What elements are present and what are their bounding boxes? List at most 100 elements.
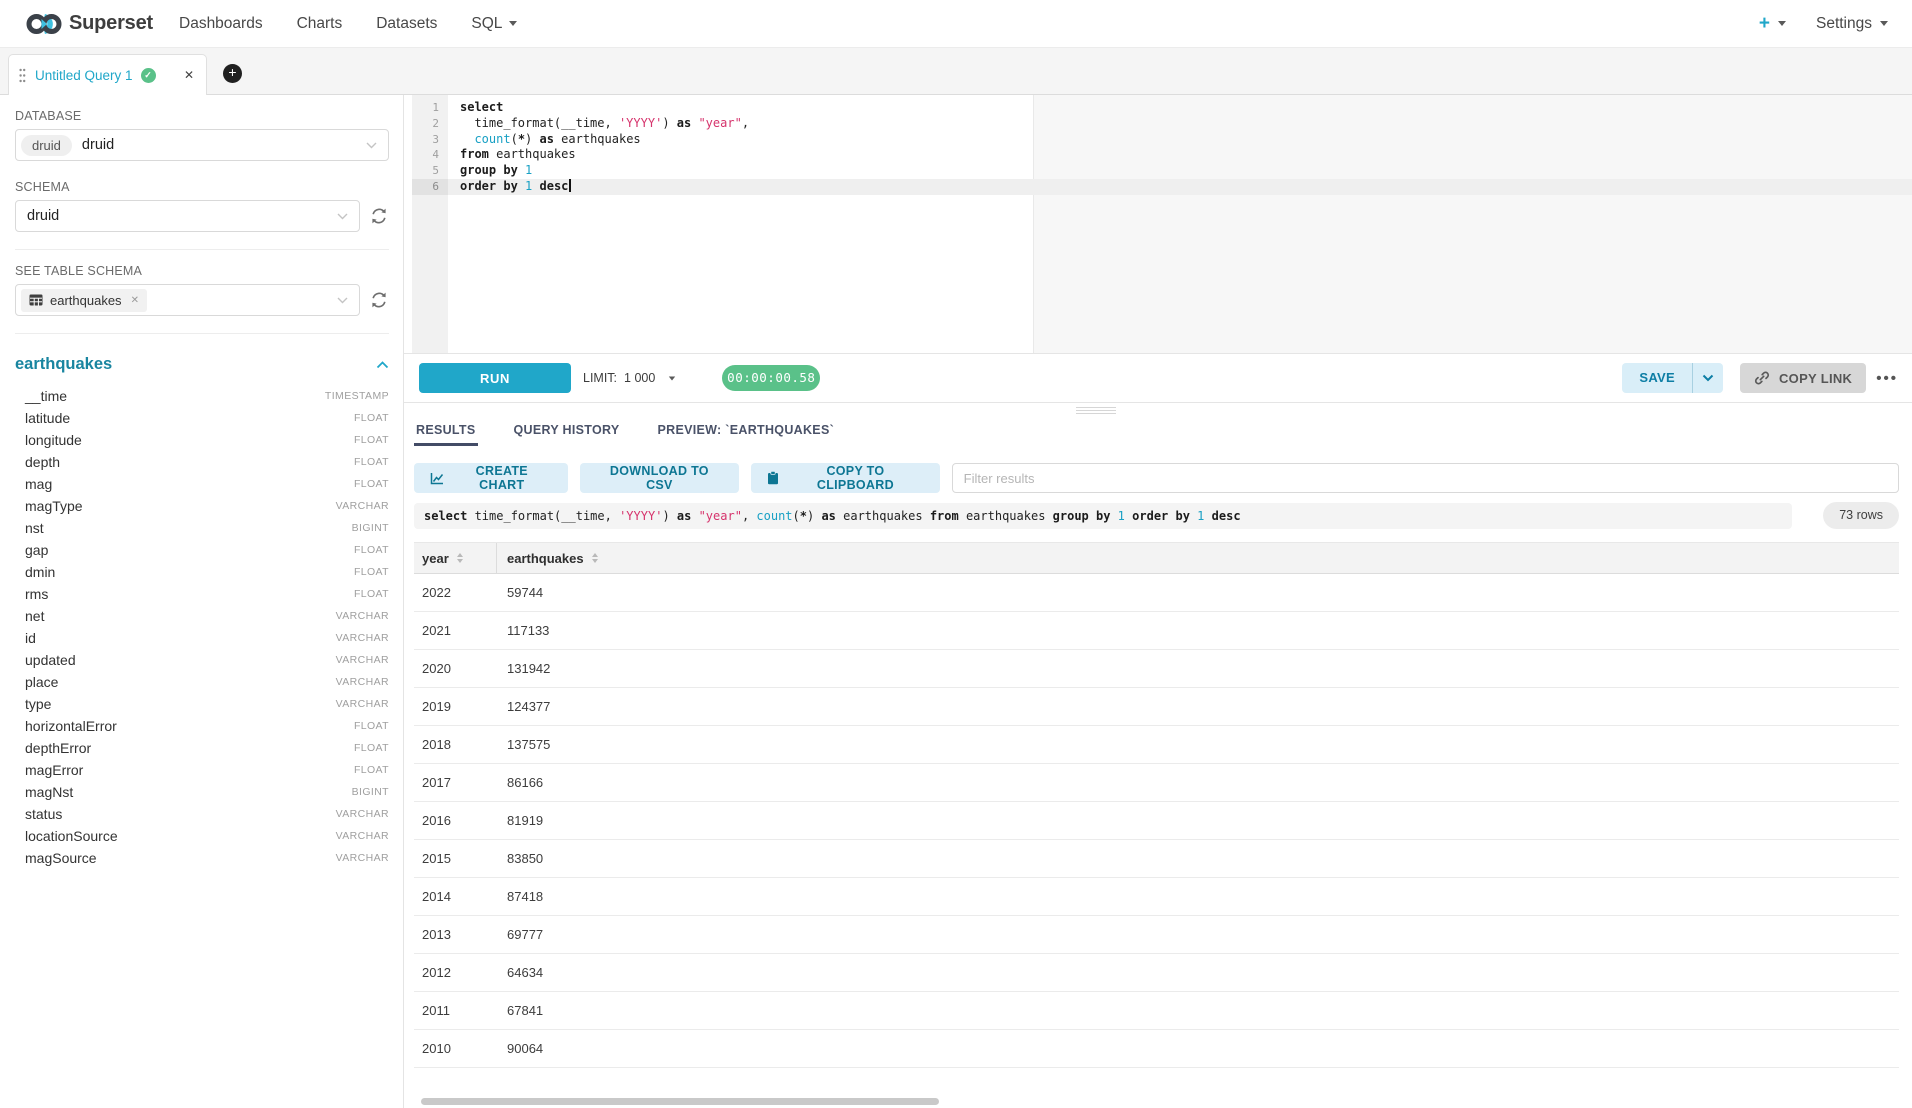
column-type: VARCHAR: [336, 610, 389, 622]
schema-column: netVARCHAR: [15, 605, 389, 627]
download-csv-button[interactable]: DOWNLOAD TO CSV: [580, 463, 740, 493]
cell-year: 2015: [414, 851, 497, 866]
schema-column: __timeTIMESTAMP: [15, 385, 389, 407]
chevron-up-icon[interactable]: [376, 361, 389, 369]
schema-column: nstBIGINT: [15, 517, 389, 539]
tab-untitled-query-1[interactable]: Untitled Query 1 ✓ ✕: [8, 54, 207, 95]
query-success-icon: ✓: [141, 68, 156, 83]
schema-column: magNstBIGINT: [15, 781, 389, 803]
close-icon[interactable]: ✕: [184, 68, 194, 82]
cell-year: 2019: [414, 699, 497, 714]
column-type: FLOAT: [354, 544, 389, 556]
cell-year: 2013: [414, 927, 497, 942]
results-table-body: 2022597442021117133202013194220191243772…: [414, 574, 1899, 1068]
column-type: VARCHAR: [336, 500, 389, 512]
cell-earthquakes: 64634: [497, 965, 543, 980]
nav-datasets[interactable]: Datasets: [376, 15, 437, 33]
cell-year: 2022: [414, 585, 497, 600]
copy-clipboard-button[interactable]: COPY TO CLIPBOARD: [751, 463, 940, 493]
column-type: VARCHAR: [336, 830, 389, 842]
sort-icon[interactable]: [457, 553, 463, 563]
cell-year: 2012: [414, 965, 497, 980]
chevron-down-icon: [669, 376, 675, 380]
chevron-down-icon: [366, 142, 377, 149]
database-select[interactable]: druid druid: [15, 129, 389, 161]
sql-editor[interactable]: 123456 select time_format(__time, 'YYYY'…: [404, 95, 1912, 353]
chevron-down-icon: [1880, 21, 1888, 26]
schema-column: magErrorFLOAT: [15, 759, 389, 781]
cell-earthquakes: 131942: [497, 661, 550, 676]
column-name: dmin: [25, 564, 55, 580]
column-type: VARCHAR: [336, 852, 389, 864]
nav-sql-menu[interactable]: SQL: [471, 15, 517, 33]
chevron-down-icon: [509, 21, 517, 26]
nav-dashboards[interactable]: Dashboards: [179, 15, 263, 33]
cell-earthquakes: 137575: [497, 737, 550, 752]
new-item-menu[interactable]: +: [1759, 14, 1786, 33]
see-table-schema-label: SEE TABLE SCHEMA: [15, 264, 389, 278]
schema-column: updatedVARCHAR: [15, 649, 389, 671]
schema-column: magSourceVARCHAR: [15, 847, 389, 869]
chevron-down-icon: [337, 213, 348, 220]
limit-dropdown[interactable]: LIMIT: 1 000: [583, 371, 676, 385]
results-toolbar: CREATE CHART DOWNLOAD TO CSV COPY TO CLI…: [414, 463, 1899, 493]
schema-column-list: __timeTIMESTAMPlatitudeFLOATlongitudeFLO…: [15, 385, 389, 869]
table-row: 201264634: [414, 954, 1899, 992]
more-actions-button[interactable]: •••: [1876, 370, 1898, 387]
save-button[interactable]: SAVE: [1622, 363, 1692, 393]
column-header-label: year: [422, 551, 449, 566]
table-row: 201786166: [414, 764, 1899, 802]
save-options-button[interactable]: [1692, 363, 1723, 393]
schema-column: type VARCHAR: [15, 693, 389, 715]
line-number: 3: [412, 132, 448, 148]
column-name: type: [25, 696, 51, 712]
workspace: DATABASE druid druid SCHEMA druid: [0, 95, 1912, 1108]
results-tab-bar: RESULTS QUERY HISTORY PREVIEW: `EARTHQUA…: [414, 423, 1899, 446]
schema-column: horizontalErrorFLOAT: [15, 715, 389, 737]
code-line: select: [460, 100, 1912, 116]
settings-menu[interactable]: Settings: [1816, 15, 1888, 33]
column-name: depthError: [25, 740, 91, 756]
copy-link-button[interactable]: COPY LINK: [1740, 363, 1866, 393]
refresh-tables-icon[interactable]: [369, 290, 389, 310]
tab-results[interactable]: RESULTS: [414, 423, 478, 446]
results-pane: RESULTS QUERY HISTORY PREVIEW: `EARTHQUA…: [404, 415, 1912, 1108]
table-row: 201583850: [414, 840, 1899, 878]
navbar: Superset Dashboards Charts Datasets SQL …: [0, 0, 1912, 48]
add-tab-button[interactable]: +: [223, 64, 242, 83]
column-name: magType: [25, 498, 83, 514]
cell-year: 2014: [414, 889, 497, 904]
superset-logo[interactable]: Superset: [26, 9, 153, 39]
schema-label: SCHEMA: [15, 180, 389, 194]
column-name: place: [25, 674, 58, 690]
nav-charts[interactable]: Charts: [297, 15, 343, 33]
table-select[interactable]: earthquakes ✕: [15, 284, 360, 316]
line-number: 6: [412, 179, 448, 195]
run-query-button[interactable]: RUN: [419, 363, 571, 393]
column-header-earthquakes[interactable]: earthquakes: [497, 543, 1899, 573]
cell-earthquakes: 90064: [497, 1041, 543, 1056]
code-line: group by 1: [460, 163, 1912, 179]
query-tab-strip: Untitled Query 1 ✓ ✕ +: [0, 48, 1912, 95]
divider: [15, 333, 389, 334]
column-header-year[interactable]: year: [414, 543, 497, 573]
refresh-schemas-icon[interactable]: [369, 206, 389, 226]
schema-select[interactable]: druid: [15, 200, 360, 232]
create-chart-button[interactable]: CREATE CHART: [414, 463, 568, 493]
tab-query-history[interactable]: QUERY HISTORY: [512, 423, 622, 446]
table-row: 2020131942: [414, 650, 1899, 688]
plus-icon: +: [1759, 14, 1770, 33]
tab-preview-earthquakes[interactable]: PREVIEW: `EARTHQUAKES`: [656, 423, 837, 446]
column-name: horizontalError: [25, 718, 117, 734]
cell-year: 2011: [414, 1003, 497, 1018]
column-type: VARCHAR: [336, 808, 389, 820]
column-type: FLOAT: [354, 434, 389, 446]
table-row: 201681919: [414, 802, 1899, 840]
editor-code-area[interactable]: select time_format(__time, 'YYYY') as "y…: [448, 100, 1912, 195]
remove-table-icon[interactable]: ✕: [131, 295, 139, 306]
line-number: 1: [412, 100, 448, 116]
sort-icon[interactable]: [592, 553, 598, 563]
column-type: VARCHAR: [336, 698, 389, 710]
filter-results-input[interactable]: [952, 463, 1899, 493]
horizontal-scrollbar-thumb[interactable]: [421, 1098, 939, 1105]
